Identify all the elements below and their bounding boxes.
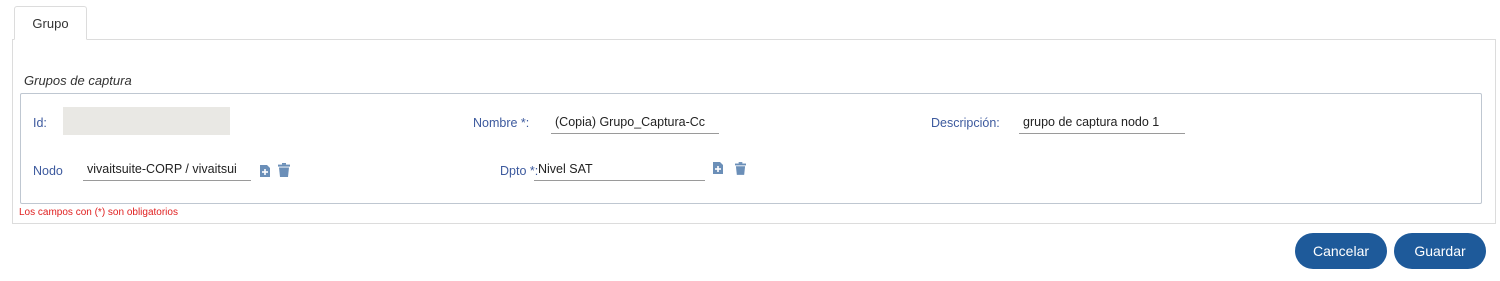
trash-icon — [278, 163, 290, 177]
dpto-delete-button[interactable] — [733, 160, 747, 176]
dpto-field[interactable]: Nivel SAT — [534, 157, 705, 181]
descripcion-label: Descripción: — [931, 116, 1000, 130]
nombre-label: Nombre *: — [473, 116, 530, 130]
add-document-icon — [713, 162, 723, 174]
add-document-icon — [260, 165, 270, 177]
save-button[interactable]: Guardar — [1394, 233, 1486, 269]
dpto-add-button[interactable] — [711, 160, 725, 176]
nodo-field[interactable]: vivaitsuite-CORP / vivaitsui — [83, 157, 251, 181]
id-label: Id: — [33, 116, 47, 130]
section-title: Grupos de captura — [24, 73, 132, 88]
id-field — [63, 107, 230, 135]
nombre-field[interactable]: (Copia) Grupo_Captura-Cc — [551, 110, 719, 134]
tab-bar: Grupo — [12, 6, 1496, 40]
required-fields-note: Los campos con (*) son obligatorios — [19, 207, 178, 218]
form-panel: Grupos de captura Id: Nombre *: (Copia) … — [12, 40, 1496, 224]
capture-group-fieldset: Id: Nombre *: (Copia) Grupo_Captura-Cc D… — [20, 93, 1482, 204]
dpto-label: Dpto *: — [500, 164, 539, 178]
tab-grupo[interactable]: Grupo — [14, 6, 87, 40]
cancel-button[interactable]: Cancelar — [1295, 233, 1387, 269]
descripcion-field[interactable]: grupo de captura nodo 1 — [1019, 110, 1185, 134]
nodo-add-button[interactable] — [258, 163, 272, 179]
nodo-label: Nodo — [33, 164, 63, 178]
nodo-delete-button[interactable] — [277, 162, 291, 178]
trash-icon — [734, 161, 746, 175]
